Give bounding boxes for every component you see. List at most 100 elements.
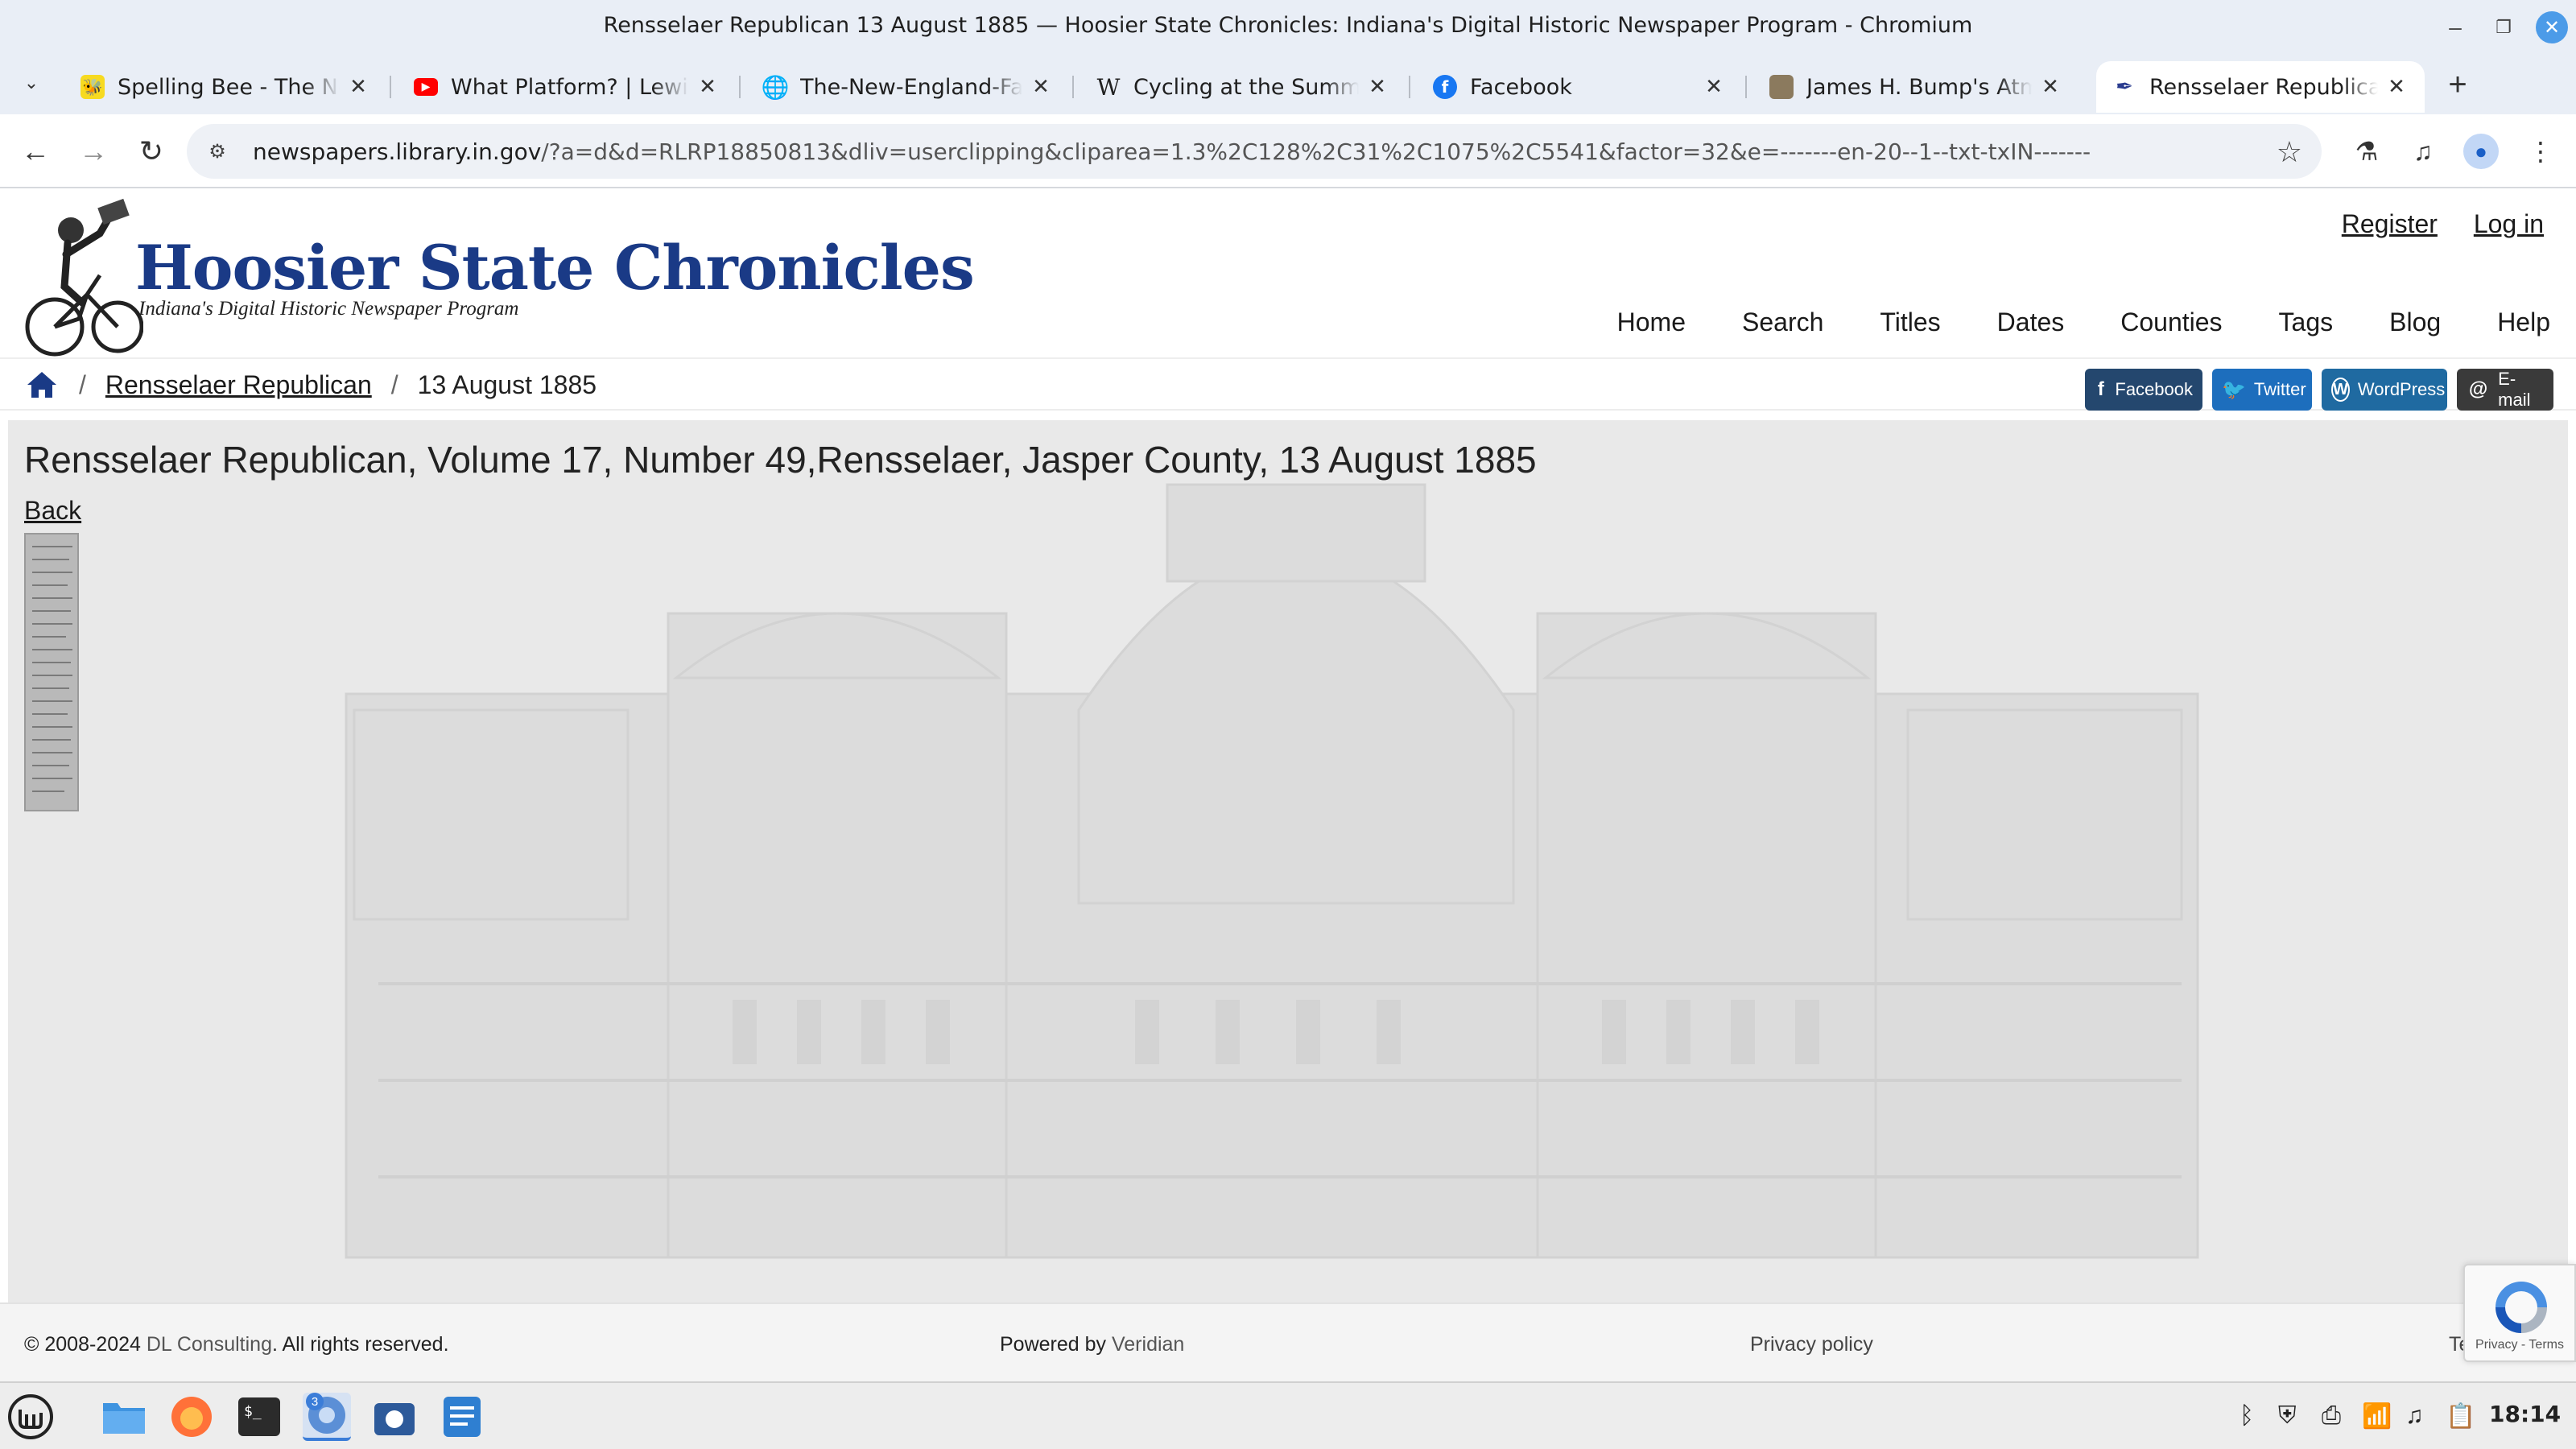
twitter-bird-icon: 🐦 (2222, 378, 2246, 401)
nav-dates[interactable]: Dates (1997, 308, 2065, 337)
tab-label: The-New-England-Farmer (800, 74, 1022, 100)
url-text[interactable]: newspapers.library.in.gov/?a=d&d=RLRP188… (253, 138, 2091, 165)
screenshot-camera-icon[interactable] (370, 1393, 419, 1441)
veridian-link[interactable]: Veridian (1112, 1333, 1184, 1356)
register-link[interactable]: Register (2342, 209, 2438, 238)
close-window-icon[interactable]: ✕ (2536, 11, 2568, 43)
site-logo-title[interactable]: Hoosier State Chronicles (135, 232, 975, 303)
minimize-icon[interactable]: – (2439, 11, 2471, 43)
recaptcha-icon (2496, 1282, 2547, 1333)
nav-home[interactable]: Home (1617, 308, 1686, 337)
dl-consulting-link[interactable]: DL Consulting (147, 1333, 272, 1356)
wifi-icon[interactable]: 📶 (2362, 1402, 2392, 1430)
text-editor-icon[interactable] (438, 1393, 486, 1441)
tab-wikipedia-cycling[interactable]: W Cycling at the Summer Olympics ✕ (1080, 61, 1406, 113)
nav-blog[interactable]: Blog (2389, 308, 2441, 337)
breadcrumb-separator: / (390, 369, 398, 399)
recaptcha-text[interactable]: Privacy - Terms (2465, 1338, 2574, 1352)
wikipedia-icon: W (1096, 73, 1121, 101)
clipboard-icon[interactable]: 📋 (2446, 1402, 2475, 1430)
recaptcha-badge[interactable]: Privacy - Terms (2463, 1264, 2576, 1362)
back-link[interactable]: Back (24, 496, 81, 526)
forward-arrow-icon[interactable]: → (72, 130, 114, 172)
wordpress-icon: W (2331, 378, 2350, 402)
terminal-icon[interactable]: $_ (235, 1393, 283, 1441)
clock[interactable]: 18:14 (2489, 1401, 2561, 1427)
svg-text:$_: $_ (244, 1403, 262, 1420)
files-folder-icon[interactable] (100, 1393, 148, 1441)
share-wordpress-button[interactable]: W WordPress (2322, 369, 2447, 411)
bluetooth-icon[interactable]: ᛒ (2240, 1402, 2254, 1430)
privacy-policy-link[interactable]: Privacy policy (1750, 1333, 1873, 1356)
tab-spelling-bee[interactable]: 🐝 Spelling Bee - The New York Times ✕ (64, 61, 386, 113)
firefox-icon[interactable] (167, 1393, 216, 1441)
tab-label: James H. Bump's Atmosphere (1806, 74, 2032, 100)
tab-facebook[interactable]: f Facebook ✕ (1417, 61, 1742, 113)
close-tab-icon[interactable]: ✕ (2038, 75, 2062, 99)
tab-label: What Platform? | Lewis Hamilton (451, 74, 689, 100)
clipping-thumbnail[interactable] (24, 533, 79, 811)
share-facebook-button[interactable]: f Facebook (2085, 369, 2202, 411)
breadcrumb-date: 13 August 1885 (417, 369, 597, 399)
web-page: Hoosier State Chronicles Indiana's Digit… (0, 190, 2576, 1381)
at-sign-icon: @ (2468, 378, 2488, 400)
nav-search[interactable]: Search (1742, 308, 1823, 337)
breadcrumb: / Rensselaer Republican / 13 August 1885 (24, 369, 597, 401)
close-tab-icon[interactable]: ✕ (1029, 75, 1053, 99)
close-tab-icon[interactable]: ✕ (696, 75, 720, 99)
share-email-button[interactable]: @ E-mail (2457, 369, 2553, 411)
media-controls-icon[interactable]: ♫ (2402, 130, 2444, 172)
nav-counties[interactable]: Counties (2120, 308, 2222, 337)
globe-icon: 🌐 (761, 73, 790, 101)
tab-label: Facebook (1470, 74, 1572, 100)
volume-icon[interactable]: ♫ (2405, 1402, 2424, 1430)
close-tab-icon[interactable]: ✕ (346, 75, 370, 99)
tab-youtube[interactable]: ▶ What Platform? | Lewis Hamilton ✕ (398, 61, 736, 113)
address-bar[interactable]: ⚙ newspapers.library.in.gov/?a=d&d=RLRP1… (187, 124, 2322, 179)
chromium-icon[interactable]: 3 (303, 1393, 351, 1441)
footer-powered-by: Powered by Veridian (1000, 1333, 1184, 1356)
nav-help[interactable]: Help (2497, 308, 2550, 337)
close-tab-icon[interactable]: ✕ (1702, 75, 1726, 99)
close-tab-icon[interactable]: ✕ (1365, 75, 1389, 99)
window-title: Rensselaer Republican 13 August 1885 — H… (603, 13, 1973, 38)
avatar: ● (2463, 134, 2499, 169)
share-wordpress-label: WordPress (2357, 379, 2446, 399)
new-tab-icon[interactable]: + (2439, 66, 2476, 103)
labs-flask-icon[interactable]: ⚗ (2346, 130, 2388, 172)
issue-title: Rensselaer Republican, Volume 17, Number… (24, 439, 1537, 481)
printer-icon[interactable]: ⎙ (2322, 1402, 2341, 1430)
bookmark-star-icon[interactable]: ☆ (2277, 135, 2302, 169)
share-twitter-button[interactable]: 🐦 Twitter (2212, 369, 2312, 411)
restore-icon[interactable]: ❐ (2487, 11, 2520, 43)
nav-tags[interactable]: Tags (2279, 308, 2334, 337)
home-icon[interactable] (24, 369, 60, 401)
browser-toolbar: ← → ↻ ⚙ newspapers.library.in.gov/?a=d&d… (0, 114, 2576, 188)
breadcrumb-paper-link[interactable]: Rensselaer Republican (105, 370, 372, 400)
footer-copyright: © 2008-2024 DL Consulting. All rights re… (24, 1333, 449, 1356)
cyclist-logo-icon[interactable] (23, 198, 143, 359)
back-arrow-icon[interactable]: ← (14, 130, 56, 172)
clipping-content: Rensselaer Republican, Volume 17, Number… (8, 420, 2568, 1306)
tab-label: Spelling Bee - The New York Times (118, 74, 340, 100)
profile-icon[interactable]: ● (2460, 130, 2502, 172)
tab-label: Rensselaer Republican 13 August 1885 (2149, 74, 2378, 100)
reload-icon[interactable]: ↻ (130, 130, 172, 172)
nav-titles[interactable]: Titles (1880, 308, 1940, 337)
login-link[interactable]: Log in (2474, 209, 2544, 238)
powered-by-label: Powered by (1000, 1333, 1107, 1356)
window-count-badge: 3 (306, 1393, 324, 1410)
shield-icon[interactable]: ⛨ (2278, 1402, 2297, 1430)
menu-kebab-icon[interactable]: ⋮ (2520, 130, 2562, 172)
facebook-icon: f (1433, 75, 1457, 99)
site-info-icon[interactable]: ⚙ (201, 135, 233, 167)
tab-new-england-farmer[interactable]: 🌐 The-New-England-Farmer ✕ (747, 61, 1069, 113)
share-twitter-label: Twitter (2253, 379, 2306, 399)
close-tab-icon[interactable]: ✕ (2384, 75, 2409, 99)
breadcrumb-separator: / (79, 369, 86, 399)
tab-james-bump[interactable]: James H. Bump's Atmosphere ✕ (1753, 61, 2079, 113)
tab-rensselaer-republican[interactable]: ✒ Rensselaer Republican 13 August 1885 ✕ (2096, 61, 2425, 113)
share-facebook-label: Facebook (2115, 379, 2193, 399)
mint-menu-icon[interactable] (6, 1393, 55, 1441)
tab-search-dropdown-icon[interactable]: ⌄ (13, 64, 50, 101)
